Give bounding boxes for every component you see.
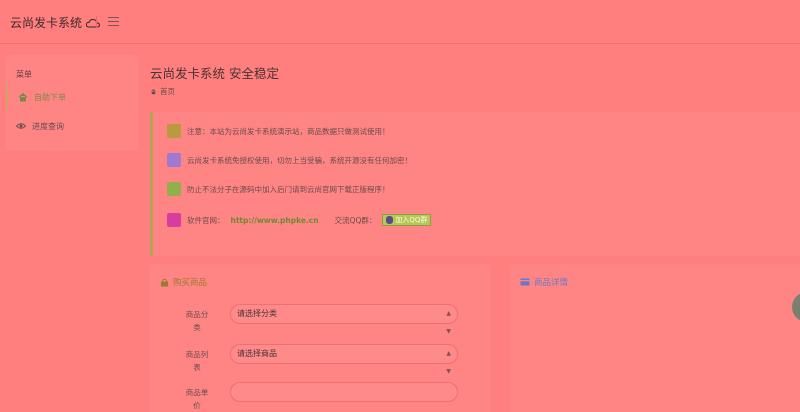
notice-item: 注意：本站为云尚发卡系统演示站，商品数据只做测试使用！ [167, 123, 390, 139]
bell-icon [167, 124, 181, 138]
product-select[interactable]: 请选择商品 ▲ ▼ [230, 344, 458, 375]
notice-item: 软件官网： http://www.phpke.cn 交流QQ群： 加入QQ群 [167, 212, 432, 228]
official-site-link[interactable]: http://www.phpke.cn [231, 216, 319, 225]
unit-price-label: 商品单 价 [185, 388, 209, 410]
qq-group-label: 交流QQ群： [334, 215, 377, 225]
hamburger-icon[interactable] [108, 17, 119, 26]
buy-card-title: 购买商品 [160, 276, 207, 288]
product-detail-card: 商品详情 [510, 264, 800, 412]
home-icon [18, 92, 28, 102]
caret-icon: ▲ ▼ [446, 310, 451, 335]
sidebar-item-order[interactable]: 自助下单 [6, 85, 138, 109]
join-qq-button[interactable]: 加入QQ群 [382, 214, 432, 226]
globe-icon [167, 213, 181, 227]
shopping-bag-icon [160, 278, 169, 287]
cloud-icon [86, 18, 101, 27]
sidebar-item-label: 自助下单 [34, 92, 66, 102]
penguin-icon [386, 216, 394, 224]
sidebar-item-label: 进度查询 [32, 121, 64, 131]
category-label: 商品分 类 [185, 310, 209, 332]
product-list-label: 商品列 表 [185, 350, 209, 372]
buy-product-card: 购买商品 商品分 类 请选择分类 ▲ ▼ 商品列 表 请选择商品 ▲ ▼ 商品单 价 [150, 264, 490, 412]
notice-item: 防止不法分子在源码中加入后门请到云尚官网下载正版程序！ [167, 181, 390, 197]
credit-card-icon [520, 278, 530, 286]
breadcrumb-home[interactable]: 首页 [160, 86, 175, 97]
breadcrumb: 首页 [150, 86, 175, 97]
home-icon [150, 89, 157, 95]
lightning-icon [167, 153, 181, 167]
page-title: 云尚发卡系统 安全稳定 [150, 66, 279, 81]
brand[interactable]: 云尚发卡系统 [10, 14, 101, 31]
caret-icon: ▲ ▼ [446, 350, 451, 375]
category-select[interactable]: 请选择分类 ▲ ▼ [230, 304, 458, 335]
notice-item: 云尚发卡系统免授权使用，切勿上当受骗，系统开源没有任何加密！ [167, 152, 412, 168]
top-navbar: 云尚发卡系统 [0, 0, 800, 44]
sidebar-item-query[interactable]: 进度查询 [6, 114, 138, 138]
eye-icon [16, 123, 26, 129]
navbar-divider [96, 16, 97, 28]
sidebar-heading: 菜单 [16, 70, 32, 79]
notice-panel: 注意：本站为云尚发卡系统演示站，商品数据只做测试使用！ 云尚发卡系统免授权使用，… [150, 112, 800, 256]
detail-card-title: 商品详情 [520, 276, 568, 288]
unit-price-field[interactable] [230, 382, 458, 402]
brand-title: 云尚发卡系统 [10, 16, 83, 30]
sidebar: 菜单 自助下单 进度查询 [6, 55, 138, 151]
leaf-icon [167, 182, 181, 196]
